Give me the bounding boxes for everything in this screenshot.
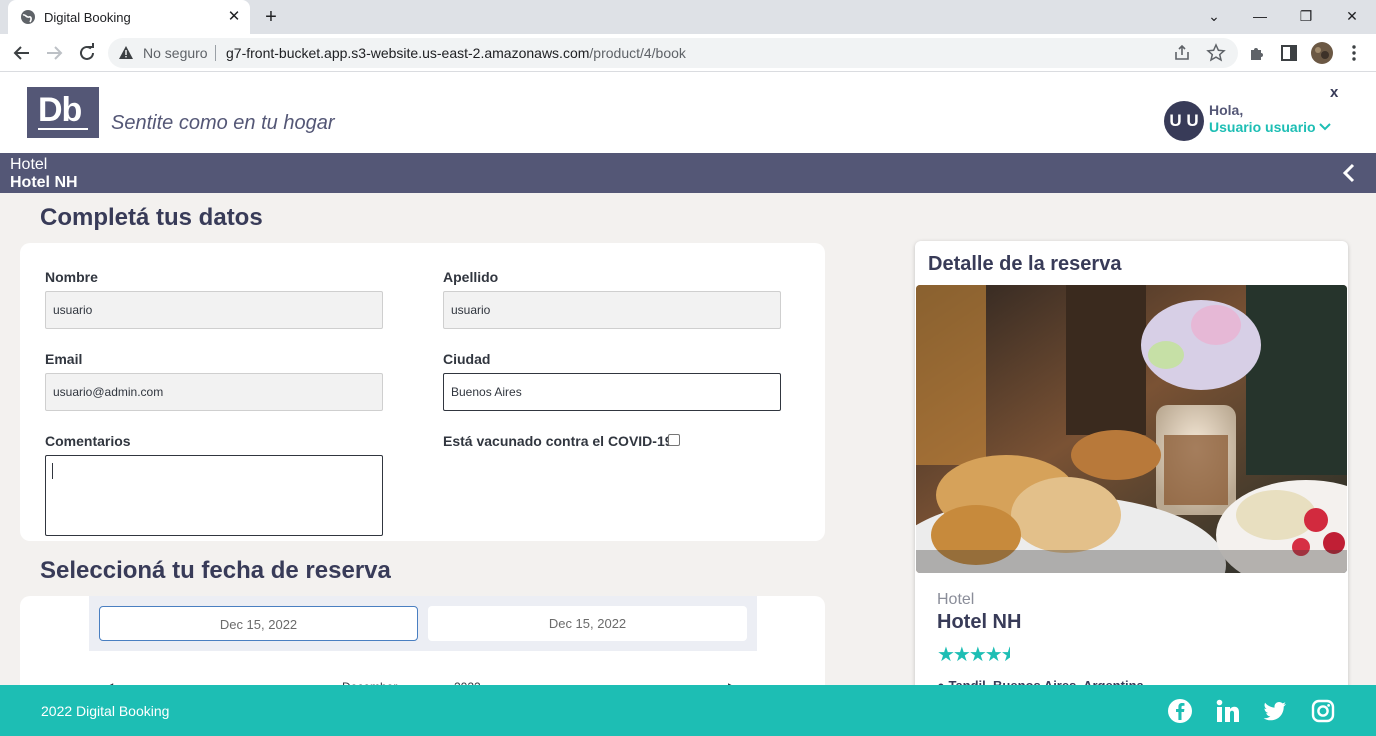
url-path: /product/4/book xyxy=(589,45,686,61)
logo-text: Db xyxy=(38,92,88,130)
date-range-bar: Dec 15, 2022 Dec 15, 2022 xyxy=(89,596,757,651)
tab-close-icon[interactable]: ✕ xyxy=(224,7,244,27)
reservation-detail-card: Detalle de la reserva Hotel Hotel NH ★★★… xyxy=(915,241,1348,736)
facebook-icon[interactable] xyxy=(1167,698,1193,724)
first-name-field[interactable] xyxy=(45,291,383,329)
form-title: Completá tus datos xyxy=(40,204,263,231)
back-arrow-icon[interactable] xyxy=(10,41,34,65)
tab-search-icon[interactable]: ⌄ xyxy=(1201,4,1227,28)
share-icon[interactable] xyxy=(1172,43,1192,63)
browser-tab[interactable]: Digital Booking ✕ xyxy=(8,0,250,34)
close-icon[interactable]: x xyxy=(1330,84,1338,101)
check-in-date[interactable]: Dec 15, 2022 xyxy=(99,606,418,641)
new-tab-button[interactable]: + xyxy=(260,6,282,28)
user-menu[interactable]: Usuario usuario xyxy=(1209,119,1332,135)
warning-icon xyxy=(119,46,133,59)
star-rating: ★★★★★ xyxy=(937,642,1010,667)
detail-title: Detalle de la reserva xyxy=(928,253,1122,275)
logo[interactable]: Db xyxy=(27,87,99,138)
covid-label: Está vacunado contra el COVID-19 xyxy=(443,433,673,449)
twitter-icon[interactable] xyxy=(1262,698,1288,724)
detail-category: Hotel xyxy=(937,591,975,608)
browser-tabstrip: Digital Booking ✕ + ⌄ — ❐ ✕ xyxy=(0,0,1376,34)
first-name-label: Nombre xyxy=(45,269,98,285)
address-bar[interactable]: No seguro g7-front-bucket.app.s3-website… xyxy=(108,38,1238,68)
comments-textarea[interactable] xyxy=(45,455,383,536)
comments-label: Comentarios xyxy=(45,433,131,449)
text-caret xyxy=(52,463,53,479)
covid-checkbox[interactable] xyxy=(668,434,680,446)
city-field[interactable] xyxy=(443,373,781,411)
avatar[interactable]: U U xyxy=(1164,101,1204,141)
hotel-photo xyxy=(916,285,1347,573)
username: Usuario usuario xyxy=(1209,119,1316,135)
product-category: Hotel xyxy=(10,156,48,173)
address-divider xyxy=(215,45,216,61)
email-label: Email xyxy=(45,351,83,367)
reload-icon[interactable] xyxy=(75,41,99,65)
side-panel-icon[interactable] xyxy=(1279,43,1299,63)
extensions-icon[interactable] xyxy=(1247,43,1267,63)
linkedin-icon[interactable] xyxy=(1215,698,1241,724)
menu-dots-icon[interactable] xyxy=(1344,43,1364,63)
last-name-label: Apellido xyxy=(443,269,499,285)
restore-icon[interactable]: ❐ xyxy=(1293,4,1319,28)
url-host: g7-front-bucket.app.s3-website.us-east-2… xyxy=(226,45,590,61)
minimize-icon[interactable]: — xyxy=(1247,4,1273,28)
instagram-icon[interactable] xyxy=(1310,698,1336,724)
detail-hotel-name: Hotel NH xyxy=(937,611,1022,633)
window-close-icon[interactable]: ✕ xyxy=(1339,4,1365,28)
copyright: 2022 Digital Booking xyxy=(41,703,170,719)
chevron-left-icon[interactable] xyxy=(1338,162,1360,184)
security-label: No seguro xyxy=(143,45,208,61)
slogan: Sentite como en tu hogar xyxy=(111,112,335,134)
url-text: g7-front-bucket.app.s3-website.us-east-2… xyxy=(226,45,686,61)
product-name: Hotel NH xyxy=(10,174,78,191)
check-out-date[interactable]: Dec 15, 2022 xyxy=(428,606,747,641)
calendar-title: Seleccioná tu fecha de reserva xyxy=(40,557,391,584)
chevron-down-icon xyxy=(1319,123,1332,131)
tab-title: Digital Booking xyxy=(44,10,131,25)
profile-avatar-icon[interactable] xyxy=(1311,42,1333,64)
half-star-icon: ★ xyxy=(1000,644,1010,666)
last-name-field[interactable] xyxy=(443,291,781,329)
forward-arrow-icon[interactable] xyxy=(42,41,66,65)
site-header: Db Sentite como en tu hogar U U Hola, Us… xyxy=(0,72,1376,153)
email-field[interactable] xyxy=(45,373,383,411)
bookmark-star-icon[interactable] xyxy=(1206,43,1226,63)
browser-toolbar: No seguro g7-front-bucket.app.s3-website… xyxy=(0,34,1376,72)
greeting: Hola, xyxy=(1209,102,1244,118)
globe-icon xyxy=(21,10,35,24)
city-label: Ciudad xyxy=(443,351,491,367)
product-header: Hotel Hotel NH xyxy=(0,153,1376,193)
site-footer: 2022 Digital Booking xyxy=(0,685,1376,736)
full-stars: ★★★★ xyxy=(937,644,1003,666)
